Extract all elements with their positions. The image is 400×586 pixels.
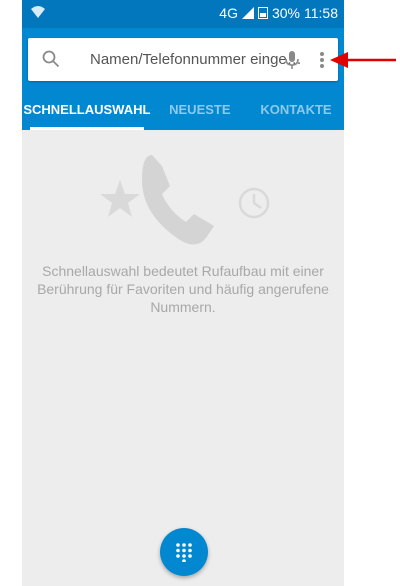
search-icon[interactable] bbox=[42, 50, 60, 68]
tab-speed-dial[interactable]: SCHNELLAUSWAHL bbox=[22, 92, 152, 130]
annotation-arrow-icon bbox=[330, 52, 396, 68]
tab-contacts[interactable]: KONTAKTE bbox=[248, 92, 344, 130]
empty-state-text: Schnellauswahl bedeutet Rufaufbau mit ei… bbox=[37, 263, 329, 315]
wifi-icon bbox=[31, 6, 45, 18]
status-indicators: 4G 30% 11:58 bbox=[219, 5, 338, 21]
more-vert-icon[interactable] bbox=[318, 50, 326, 70]
search-input[interactable]: Namen/Telefonnummer einge… bbox=[90, 51, 302, 68]
clock-time: 11:58 bbox=[304, 5, 338, 21]
search-box[interactable]: Namen/Telefonnummer einge… bbox=[28, 38, 338, 81]
app-bar: Namen/Telefonnummer einge… SCHNELLAUSWAH… bbox=[22, 28, 344, 130]
network-type: 4G bbox=[219, 5, 238, 21]
signal-icon bbox=[241, 7, 254, 19]
clock-icon bbox=[238, 187, 270, 219]
dialpad-icon bbox=[176, 543, 192, 562]
tab-bar: SCHNELLAUSWAHL NEUESTE KONTAKTE bbox=[22, 92, 344, 130]
phone-icon bbox=[142, 155, 214, 245]
empty-state-illustration bbox=[100, 155, 270, 245]
star-icon bbox=[100, 180, 140, 217]
dialer-screen: 4G 30% 11:58 Namen/Telefonnummer einge… bbox=[22, 0, 344, 586]
battery-level: 30% bbox=[271, 5, 300, 21]
tab-recents[interactable]: NEUESTE bbox=[152, 92, 248, 130]
status-bar: 4G 30% 11:58 bbox=[22, 0, 344, 28]
battery-icon bbox=[257, 7, 268, 19]
mic-icon[interactable] bbox=[284, 50, 300, 70]
dialpad-button[interactable] bbox=[160, 528, 208, 576]
